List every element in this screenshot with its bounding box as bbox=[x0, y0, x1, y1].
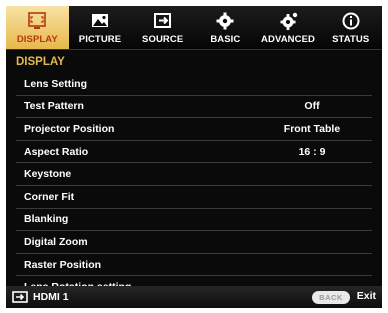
tab-label: BASIC bbox=[210, 34, 241, 45]
menu-item-lens-setting[interactable]: Lens Setting bbox=[16, 73, 372, 96]
tab-status[interactable]: STATUS bbox=[319, 6, 382, 49]
menu-item-label: Blanking bbox=[24, 213, 69, 226]
menu-item-label: Raster Position bbox=[24, 258, 102, 271]
tab-label: STATUS bbox=[332, 34, 370, 45]
status-bar: HDMI 1 BACK Exit bbox=[6, 286, 382, 308]
menu-item-raster-position[interactable]: Raster Position bbox=[16, 254, 372, 277]
menu-item-projector-position[interactable]: Projector Position Front Table bbox=[16, 118, 372, 141]
menu-item-label: Keystone bbox=[24, 168, 72, 181]
tab-label: ADVANCED bbox=[261, 34, 315, 45]
advanced-gear-icon bbox=[280, 12, 298, 30]
menu-item-blanking[interactable]: Blanking bbox=[16, 209, 372, 232]
menu-item-keystone[interactable]: Keystone bbox=[16, 163, 372, 186]
tab-advanced[interactable]: ADVANCED bbox=[257, 6, 320, 49]
info-icon bbox=[342, 12, 360, 30]
tab-label: DISPLAY bbox=[16, 34, 58, 45]
input-source-icon bbox=[12, 291, 28, 303]
tab-display[interactable]: DISPLAY bbox=[6, 6, 69, 49]
picture-icon bbox=[92, 14, 108, 27]
menu-item-label: Projector Position bbox=[24, 122, 115, 135]
menu-item-test-pattern[interactable]: Test Pattern Off bbox=[16, 96, 372, 119]
menu-item-label: Corner Fit bbox=[24, 190, 75, 203]
menu-item-value: Front Table bbox=[283, 122, 341, 135]
menu-item-digital-zoom[interactable]: Digital Zoom bbox=[16, 231, 372, 254]
display-icon bbox=[28, 12, 47, 29]
menu-item-label: Test Pattern bbox=[24, 100, 84, 113]
menu-item-value: Off bbox=[304, 100, 320, 113]
source-icon bbox=[153, 13, 171, 28]
section-title: DISPLAY bbox=[16, 56, 65, 68]
menu-item-value: 16 : 9 bbox=[298, 145, 326, 158]
tab-source[interactable]: SOURCE bbox=[131, 6, 194, 49]
menu-item-corner-fit[interactable]: Corner Fit bbox=[16, 186, 372, 209]
menu-item-aspect-ratio[interactable]: Aspect Ratio 16 : 9 bbox=[16, 141, 372, 164]
menu-item-label: Digital Zoom bbox=[24, 235, 88, 248]
current-source: HDMI 1 bbox=[33, 291, 69, 303]
menu-item-label: Lens Setting bbox=[24, 77, 88, 90]
exit-label: Exit bbox=[356, 290, 376, 302]
tab-picture[interactable]: PICTURE bbox=[69, 6, 132, 49]
tab-basic[interactable]: BASIC bbox=[194, 6, 257, 49]
menu-list: Lens Setting Test Pattern Off Projector … bbox=[16, 73, 372, 299]
tab-label: PICTURE bbox=[78, 34, 122, 45]
back-button[interactable]: BACK bbox=[312, 291, 350, 304]
menu-tab-bar: DISPLAY PICTURE SOURCE BASIC ADVANCED ST… bbox=[6, 6, 382, 50]
menu-item-label: Aspect Ratio bbox=[24, 145, 89, 158]
projector-osd-menu: DISPLAY PICTURE SOURCE BASIC ADVANCED ST… bbox=[6, 6, 382, 308]
tab-label: SOURCE bbox=[142, 34, 184, 45]
basic-gear-icon bbox=[216, 12, 234, 30]
